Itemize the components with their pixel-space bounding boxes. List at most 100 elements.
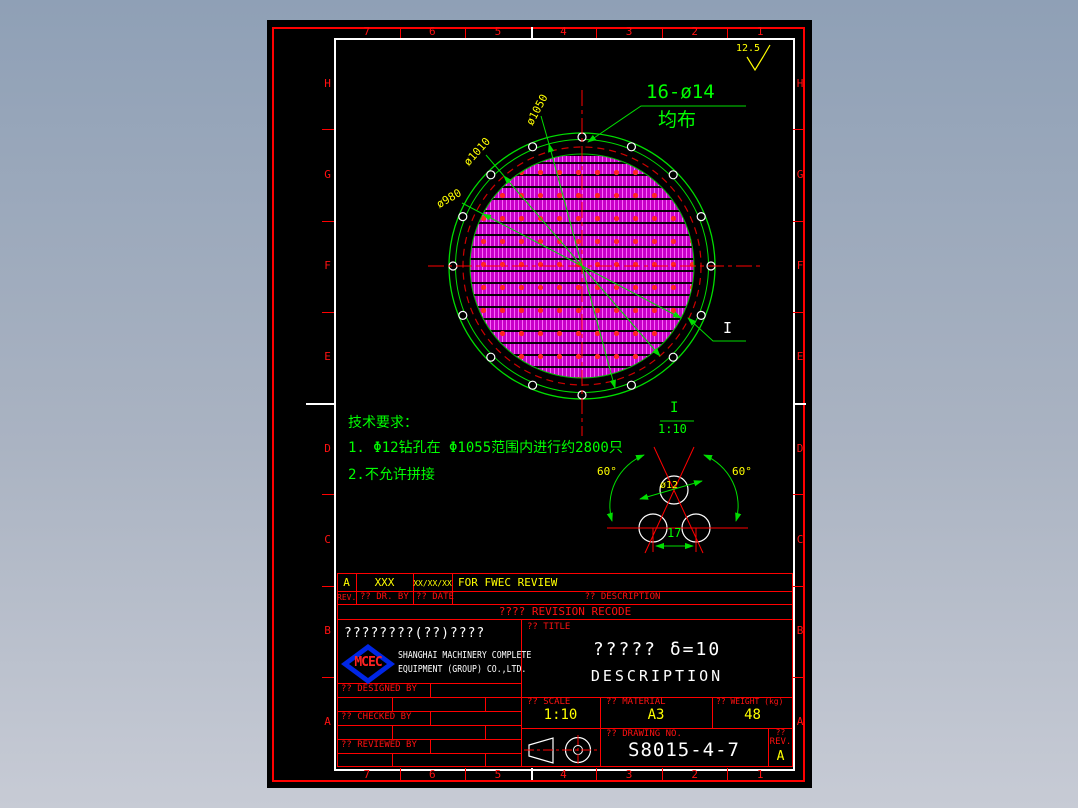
revision-banner: ???? REVISION RECODE: [498, 605, 632, 618]
rev-header-description: ?? DESCRIPTION: [584, 592, 661, 602]
zone-row-label-left: H: [324, 76, 331, 90]
checked-by-label: ?? CHECKED BY: [341, 712, 412, 722]
angle-label-right: 60°: [732, 465, 752, 478]
surface-finish-value: 12.5: [736, 43, 761, 54]
ruler-tick-left: [322, 585, 334, 587]
div-shape: [430, 683, 431, 697]
zone-column-label-top: 7: [363, 25, 371, 38]
ruler-tick-left: [322, 129, 334, 131]
drawing-no: S8015-4-7: [628, 739, 740, 761]
zone-row-label-left: F: [324, 259, 331, 273]
ruler-tick-left: [322, 311, 334, 313]
zone-column-label-top: 1: [756, 25, 764, 38]
rev-header-by: ?? DR. BY: [360, 592, 409, 602]
zone-column-label-bottom: 5: [494, 768, 502, 781]
zone-row-label-left: G: [324, 167, 331, 181]
tech-req-item-2: 2.不允许拼接: [348, 467, 435, 483]
reviewed-by-label: ?? REVIEWED BY: [341, 740, 417, 750]
zone-column-label-top: 3: [625, 25, 633, 38]
zone-column-label-bottom: 2: [691, 768, 698, 781]
zone-column-label-top: 6: [429, 25, 436, 38]
pitch-value: 17: [667, 526, 682, 540]
ruler-tick-bottom: [661, 768, 663, 780]
div-shape: [430, 739, 431, 753]
rev-cell-label: REV.: [769, 737, 792, 747]
ruler-tick-bottom: [465, 768, 467, 780]
weight-label: ?? WEIGHT (kg): [716, 697, 784, 706]
zone-row-label-right: C: [796, 532, 804, 546]
zone-column-label-bottom: 6: [429, 768, 436, 781]
ruler-tick-top: [530, 27, 533, 38]
company-logo-text: MCEC: [354, 655, 382, 670]
ruler-tick-bottom: [596, 768, 598, 780]
zone-column-label-bottom: 4: [560, 768, 567, 781]
hole-callout: 16-ø14: [646, 81, 715, 103]
div-shape: [430, 711, 431, 725]
zone-row-label-right: B: [796, 624, 804, 638]
div-shape: [337, 753, 521, 754]
material-value: A3: [647, 707, 665, 723]
tech-req-item-1: 1. Φ12钻孔在 Φ1055范围内进行约2800只: [348, 440, 623, 456]
detail-label: I: [670, 400, 679, 416]
div-shape: [485, 725, 486, 739]
ruler-tick-top: [661, 27, 663, 38]
div-shape: [485, 697, 486, 711]
rev-row-date: XX/XX/XX: [413, 579, 452, 588]
div-shape: [337, 619, 793, 620]
tech-req-title: 技术要求：: [348, 415, 418, 431]
weight-value: 48: [744, 707, 761, 723]
div-shape: [337, 766, 793, 767]
ruler-tick-top: [465, 27, 467, 38]
zone-column-label-top: 5: [494, 25, 502, 38]
rev-header-date: ?? DATE: [416, 592, 454, 602]
ruler-tick-right: [793, 494, 804, 496]
ruler-tick-left: [322, 676, 334, 678]
ruler-tick-right: [793, 676, 804, 678]
hole-callout-note: 均布: [658, 109, 697, 131]
zone-row-label-right: H: [796, 76, 804, 90]
ruler-tick-top: [727, 27, 729, 38]
cad-viewer-window: 77665544332211HHGGFFEEDDCCBBAA ø1050 ø10…: [0, 0, 1078, 808]
ruler-tick-right: [793, 220, 804, 222]
scale-value: 1:10: [543, 707, 578, 723]
rev-cell-value: A: [776, 749, 785, 764]
ruler-tick-top: [399, 27, 401, 38]
detail-scale: 1:10: [658, 422, 687, 436]
detail-hole-dia: ø12: [660, 480, 679, 491]
ruler-tick-left: [322, 494, 334, 496]
ruler-tick-right: [793, 403, 806, 405]
rev-row-letter: A: [343, 576, 350, 589]
rev-row-by: XXX: [374, 576, 395, 589]
paper-border: [334, 38, 795, 771]
zone-row-label-left: D: [324, 441, 331, 455]
ruler-tick-right: [793, 585, 804, 587]
div-shape: [337, 697, 521, 698]
zone-row-label-left: E: [324, 350, 331, 364]
ruler-tick-bottom: [727, 768, 729, 780]
ruler-tick-right: [793, 311, 804, 313]
ruler-tick-left: [322, 220, 334, 222]
drawing-subtitle: DESCRIPTION: [590, 667, 724, 685]
zone-row-label-right: A: [796, 715, 804, 729]
div-shape: [337, 573, 793, 574]
designed-by-label: ?? DESIGNED BY: [341, 684, 417, 694]
div-shape: [392, 725, 393, 739]
zone-row-label-left: B: [324, 624, 331, 638]
zone-column-label-bottom: 1: [756, 768, 764, 781]
ruler-tick-bottom: [530, 768, 533, 780]
rev-header-rev: REV.: [337, 593, 357, 602]
zone-row-label-right: G: [796, 167, 804, 181]
ruler-tick-top: [596, 27, 598, 38]
zone-row-label-right: E: [796, 350, 804, 364]
div-shape: [485, 753, 486, 766]
div-shape: [337, 725, 521, 726]
zone-column-label-top: 2: [691, 25, 698, 38]
company-name-en-1: SHANGHAI MACHINERY COMPLETE: [398, 650, 532, 661]
zone-row-label-left: C: [324, 532, 331, 546]
div-shape: [392, 753, 393, 766]
rev-row-description: FOR FWEC REVIEW: [458, 576, 558, 589]
zone-column-label-top: 4: [560, 25, 567, 38]
ruler-tick-right: [793, 129, 804, 131]
div-shape: [392, 697, 393, 711]
ruler-tick-bottom: [399, 768, 401, 780]
